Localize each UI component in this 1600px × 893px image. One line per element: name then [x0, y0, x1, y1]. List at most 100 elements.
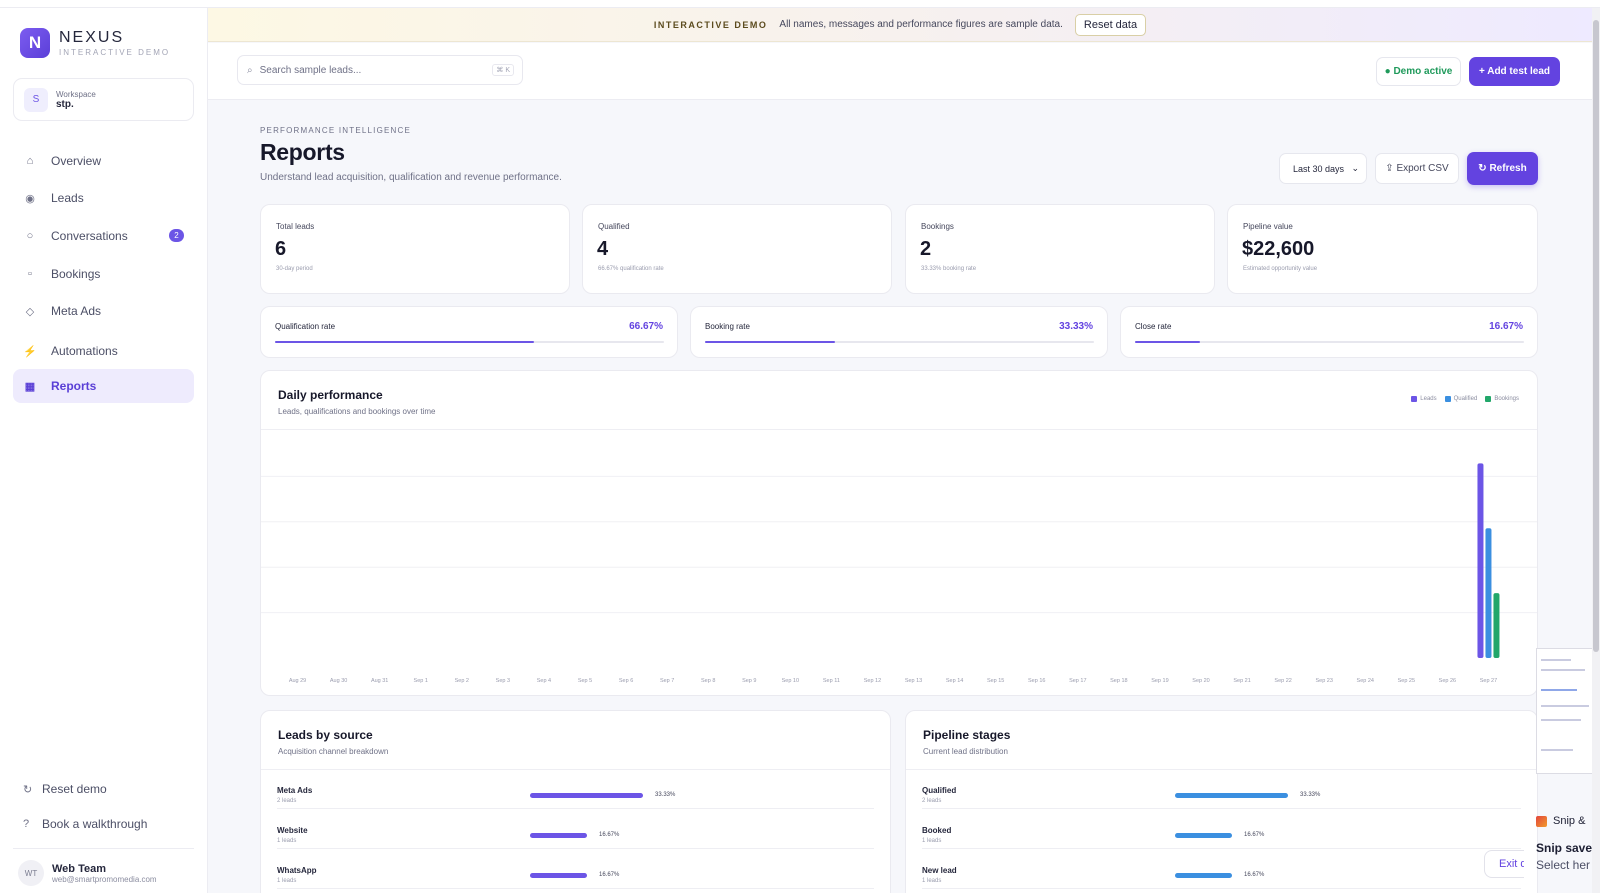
x-tick-label: Sep 2 — [455, 678, 469, 684]
x-tick-label: Sep 17 — [1069, 678, 1086, 684]
x-tick-label: Sep 8 — [701, 678, 715, 684]
reset-demo-link[interactable]: ↻ Reset demo — [23, 782, 107, 796]
rate-card-qualification: Qualification rate 66.67% — [260, 306, 678, 358]
sidebar-item-bookings[interactable]: ▫ Bookings — [13, 257, 194, 291]
exit-demo-button[interactable]: Exit d — [1484, 850, 1524, 878]
conversations-count-badge: 2 — [169, 229, 184, 242]
stage-percentage: 33.33% — [1300, 792, 1321, 798]
chart-bar-leads[interactable] — [1477, 463, 1484, 658]
source-bar — [530, 793, 643, 798]
thumbnail-line — [1541, 705, 1589, 707]
thumbnail-line — [1541, 719, 1581, 721]
rate-card-booking: Booking rate 33.33% — [690, 306, 1108, 358]
snip-notification-subtitle: Select her — [1536, 858, 1591, 872]
x-tick-label: Sep 9 — [742, 678, 756, 684]
chart-bar-bookings[interactable] — [1493, 593, 1500, 658]
source-count: 1 leads — [277, 878, 297, 884]
refresh-button[interactable]: ↻ Refresh — [1467, 152, 1538, 185]
x-tick-label: Sep 7 — [660, 678, 674, 684]
reset-demo-label: Reset demo — [42, 782, 107, 796]
snip-app-name: Snip & — [1553, 815, 1586, 827]
workspace-switcher[interactable]: S Workspace stp. — [13, 78, 194, 121]
search-input[interactable]: ⌕ Search sample leads... ⌘ K — [237, 55, 523, 85]
book-walkthrough-label: Book a walkthrough — [42, 817, 148, 831]
add-test-lead-button[interactable]: + Add test lead — [1469, 57, 1560, 86]
x-tick-label: Sep 21 — [1233, 678, 1250, 684]
x-tick-label: Sep 5 — [578, 678, 592, 684]
snip-screenshot-thumbnail[interactable] — [1536, 648, 1596, 774]
bolt-icon: ⚡ — [23, 345, 37, 358]
rate-progress-fill — [275, 341, 535, 343]
list-item: WhatsApp 1 leads 16.67% — [277, 849, 874, 889]
sidebar-item-label: Conversations — [51, 229, 128, 243]
kpi-subtext: Estimated opportunity value — [1243, 266, 1318, 272]
thumbnail-line — [1541, 689, 1577, 691]
daily-performance-card: Daily performance Leads, qualifications … — [260, 370, 1538, 696]
x-tick-label: Sep 11 — [823, 678, 840, 684]
search-placeholder: Search sample leads... — [259, 64, 362, 76]
x-tick-label: Aug 29 — [289, 678, 306, 684]
chevron-down-icon: ⌄ — [1351, 163, 1359, 173]
sidebar-item-label: Meta Ads — [51, 304, 102, 318]
kpi-label: Pipeline value — [1243, 222, 1293, 231]
chart-bar-qualified[interactable] — [1485, 528, 1492, 658]
list-item: New lead 1 leads 16.67% — [922, 849, 1521, 889]
sidebar-item-label: Overview — [51, 154, 102, 168]
x-tick-label: Sep 1 — [414, 678, 428, 684]
date-range-select[interactable]: Last 30 days ⌄ — [1279, 153, 1367, 184]
rate-value: 16.67% — [1489, 321, 1523, 332]
page-title: Reports — [260, 139, 345, 165]
page-eyebrow: PERFORMANCE INTELLIGENCE — [260, 126, 412, 135]
workspace-name: stp. — [56, 98, 74, 110]
sidebar-item-label: Automations — [51, 344, 118, 358]
list-item: Booked 1 leads 16.67% — [922, 809, 1521, 849]
chat-icon: ○ — [26, 230, 34, 242]
window-top-strip — [0, 0, 1600, 8]
kpi-value: $22,600 — [1242, 238, 1315, 260]
kpi-subtext: 66.67% qualification rate — [598, 266, 664, 272]
x-tick-label: Sep 6 — [619, 678, 633, 684]
sidebar-item-conversations[interactable]: ○ Conversations 2 — [13, 219, 194, 253]
source-percentage: 16.67% — [599, 832, 620, 838]
x-tick-label: Sep 18 — [1110, 678, 1127, 684]
sidebar-item-automations[interactable]: ⚡ Automations — [13, 334, 194, 368]
sidebar-item-overview[interactable]: ⌂ Overview — [13, 144, 194, 178]
help-icon: ? — [23, 818, 30, 830]
snip-notification-title: Snip save — [1536, 841, 1593, 855]
list-item: Meta Ads 2 leads 33.33% — [277, 769, 874, 809]
book-walkthrough-link[interactable]: ? Book a walkthrough — [23, 817, 147, 831]
stage-count: 1 leads — [922, 878, 942, 884]
x-tick-label: Sep 23 — [1315, 678, 1332, 684]
kpi-label: Qualified — [598, 222, 630, 231]
x-tick-label: Sep 24 — [1357, 678, 1374, 684]
page-scrollbar-thumb[interactable] — [1593, 20, 1599, 652]
diamond-icon: ◇ — [25, 305, 35, 318]
pipeline-stages-card: Pipeline stages Current lead distributio… — [905, 710, 1538, 893]
rate-progress-track — [705, 341, 1094, 343]
reset-icon: ↻ — [23, 783, 33, 796]
stage-count: 1 leads — [922, 838, 942, 844]
sidebar-item-leads[interactable]: ◉ Leads — [13, 181, 194, 215]
x-tick-label: Sep 16 — [1028, 678, 1045, 684]
user-profile[interactable]: WT Web Team web@smartpromomedia.com — [18, 860, 157, 886]
snip-app-icon — [1536, 815, 1547, 827]
source-bar — [530, 833, 587, 838]
export-csv-button[interactable]: ⇪ Export CSV — [1375, 153, 1459, 184]
brand-subtitle: INTERACTIVE DEMO — [59, 48, 171, 57]
chart-icon: ▦ — [24, 380, 36, 393]
leads-by-source-card: Leads by source Acquisition channel brea… — [260, 710, 891, 893]
brand[interactable]: N NEXUS INTERACTIVE DEMO — [20, 28, 170, 58]
daily-performance-chart: Aug 29 Aug 30 Aug 31 Sep 1 Sep 2 Sep 3 Sep 4 Se… — [261, 463, 1537, 684]
kpi-value: 2 — [920, 238, 932, 260]
source-name: Meta Ads — [277, 786, 313, 795]
reset-data-button[interactable]: Reset data — [1074, 13, 1147, 36]
sidebar-item-label: Bookings — [51, 267, 101, 281]
x-tick-label: Sep 25 — [1398, 678, 1415, 684]
kpi-value: 6 — [275, 238, 287, 260]
stage-bar — [1175, 873, 1232, 878]
sidebar-item-label: Reports — [51, 379, 97, 393]
search-icon: ⌕ — [247, 64, 253, 76]
sidebar-item-meta-ads[interactable]: ◇ Meta Ads — [13, 294, 194, 328]
sidebar-item-reports[interactable]: ▦ Reports — [13, 369, 194, 403]
workspace-avatar: S — [24, 87, 48, 112]
